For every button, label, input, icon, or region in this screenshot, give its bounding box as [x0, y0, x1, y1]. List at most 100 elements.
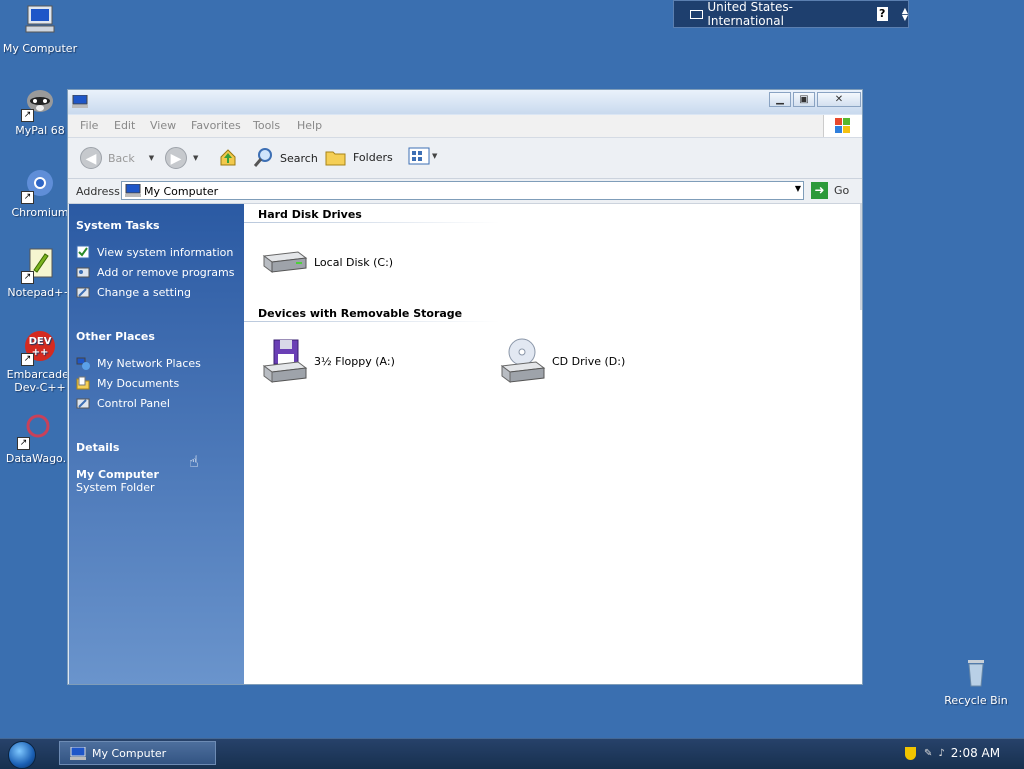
taskbar-window-my-computer[interactable]: My Computer: [59, 741, 216, 765]
computer-icon: [23, 4, 57, 38]
details-title[interactable]: Details: [76, 441, 119, 454]
close-button[interactable]: ✕: [817, 92, 861, 107]
place-control-panel[interactable]: Control Panel: [76, 396, 170, 410]
place-label: My Documents: [97, 376, 180, 390]
clock[interactable]: 2:08 AM: [951, 746, 1000, 760]
place-my-network-places[interactable]: My Network Places: [76, 356, 201, 370]
recycle-bin-icon: [959, 656, 993, 690]
computer-icon: [70, 746, 86, 760]
task-label: Add or remove programs: [97, 265, 235, 279]
go-label: Go: [834, 184, 850, 197]
menu-view[interactable]: View: [150, 119, 176, 132]
taskbar-window-label: My Computer: [92, 746, 167, 760]
computer-icon: [72, 95, 88, 108]
desktop-icon-recycle-bin[interactable]: Recycle Bin: [936, 656, 1016, 707]
address-value: My Computer: [144, 185, 219, 198]
shortcut-arrow-icon: ↗: [17, 437, 30, 450]
explorer-window: ▁ ▣ ✕ File Edit View Favorites Tools Hel…: [67, 89, 863, 685]
folders-button[interactable]: Folders: [325, 147, 393, 167]
address-input[interactable]: My Computer ▼: [121, 181, 804, 200]
chevron-down-icon[interactable]: ▼: [432, 152, 437, 160]
shortcut-arrow-icon: ↗: [21, 271, 34, 284]
menu-file[interactable]: File: [80, 119, 98, 132]
datawago-icon: ↗: [17, 414, 53, 450]
control-panel-icon: [76, 285, 90, 299]
network-tray-icon[interactable]: ✎: [924, 748, 932, 759]
system-tasks-title[interactable]: System Tasks: [76, 219, 160, 232]
views-icon: [408, 147, 430, 165]
menu-help[interactable]: Help: [297, 119, 322, 132]
drive-floppy-a[interactable]: 3½ Floppy (A:): [260, 338, 395, 384]
task-label: View system information: [97, 245, 234, 259]
language-name[interactable]: United States-International: [707, 0, 860, 28]
forward-arrow-icon: ▶: [165, 147, 187, 169]
language-bar-options-icon[interactable]: ▲ ▼: [902, 7, 908, 22]
other-places-title[interactable]: Other Places: [76, 330, 155, 343]
control-panel-icon: [76, 396, 90, 410]
hard-disk-icon: [262, 251, 308, 273]
title-bar[interactable]: ▁ ▣ ✕: [68, 90, 862, 114]
menu-edit[interactable]: Edit: [114, 119, 135, 132]
volume-icon[interactable]: ♪: [938, 748, 944, 759]
maximize-button[interactable]: ▣: [793, 92, 815, 107]
chevron-down-icon[interactable]: ▼: [795, 184, 801, 193]
start-button[interactable]: [8, 741, 36, 769]
back-button[interactable]: ◀ Back ▼: [80, 147, 154, 169]
cd-drive-icon: [500, 338, 546, 383]
shortcut-arrow-icon: ↗: [21, 353, 34, 366]
desktop-icon-datawago[interactable]: ↗ DataWago.: [0, 414, 76, 465]
computer-icon: [125, 184, 141, 197]
folders-label: Folders: [353, 150, 393, 164]
menu-favorites[interactable]: Favorites: [191, 119, 241, 132]
search-button[interactable]: Search: [252, 147, 318, 169]
svg-text:++: ++: [32, 347, 49, 358]
system-tray: ✎ ♪ 2:08 AM: [905, 746, 1000, 760]
task-change-setting[interactable]: Change a setting: [76, 285, 191, 299]
place-my-documents[interactable]: My Documents: [76, 376, 179, 390]
shortcut-arrow-icon: ↗: [21, 191, 34, 204]
file-view: Hard Disk Drives Local Disk (C:) Devices…: [244, 204, 862, 684]
drive-cd-d[interactable]: CD Drive (D:): [498, 338, 625, 384]
forward-button[interactable]: ▶ ▼: [165, 147, 198, 169]
drive-label: CD Drive (D:): [552, 354, 626, 368]
task-add-remove-programs[interactable]: Add or remove programs: [76, 265, 235, 279]
task-label: Change a setting: [97, 285, 191, 299]
back-arrow-icon: ◀: [80, 147, 102, 169]
go-arrow-icon: ➜: [811, 182, 828, 199]
standard-toolbar: ◀ Back ▼ ▶ ▼ Search Folders ▼: [68, 138, 862, 179]
minimize-button[interactable]: ▁: [769, 92, 791, 107]
menu-tools[interactable]: Tools: [253, 119, 280, 132]
up-arrow-icon: [220, 149, 236, 166]
group-removable-storage: Devices with Removable Storage: [258, 307, 463, 320]
network-icon: [76, 356, 90, 370]
details-type: System Folder: [76, 481, 155, 494]
views-button[interactable]: ▼: [408, 147, 437, 165]
task-view-system-information[interactable]: View system information: [76, 245, 233, 259]
folder-icon: [325, 151, 346, 166]
windows-logo-icon: [823, 115, 862, 137]
add-remove-programs-icon: [76, 265, 90, 279]
go-button[interactable]: ➜ Go: [811, 182, 849, 199]
drive-label: Local Disk (C:): [314, 255, 394, 269]
chevron-down-icon[interactable]: ▼: [149, 154, 154, 162]
desktop-icon-my-computer[interactable]: My Computer: [0, 4, 80, 55]
help-icon[interactable]: ?: [876, 7, 888, 21]
chevron-down-icon[interactable]: ▼: [193, 154, 198, 162]
search-icon: [253, 148, 272, 167]
keyboard-icon: [690, 9, 704, 19]
security-shield-icon[interactable]: [905, 746, 916, 760]
search-label: Search: [280, 151, 318, 165]
vertical-scrollbar[interactable]: [860, 204, 862, 310]
hand-cursor-icon: ☝: [189, 452, 199, 471]
shortcut-arrow-icon: ↗: [21, 109, 34, 122]
back-label: Back: [108, 151, 135, 165]
language-bar[interactable]: United States-International ? ▲ ▼: [673, 0, 909, 28]
desktop-icon-label: My Computer: [2, 42, 78, 55]
drive-local-disk-c[interactable]: Local Disk (C:): [260, 248, 393, 276]
raccoon-icon: ↗: [21, 86, 57, 122]
group-divider: [244, 321, 500, 322]
taskbar: My Computer ✎ ♪ 2:08 AM: [0, 738, 1024, 769]
system-info-icon: [76, 245, 90, 259]
notepad-plus-icon: ↗: [21, 248, 57, 284]
up-folder-button[interactable]: [217, 147, 239, 169]
